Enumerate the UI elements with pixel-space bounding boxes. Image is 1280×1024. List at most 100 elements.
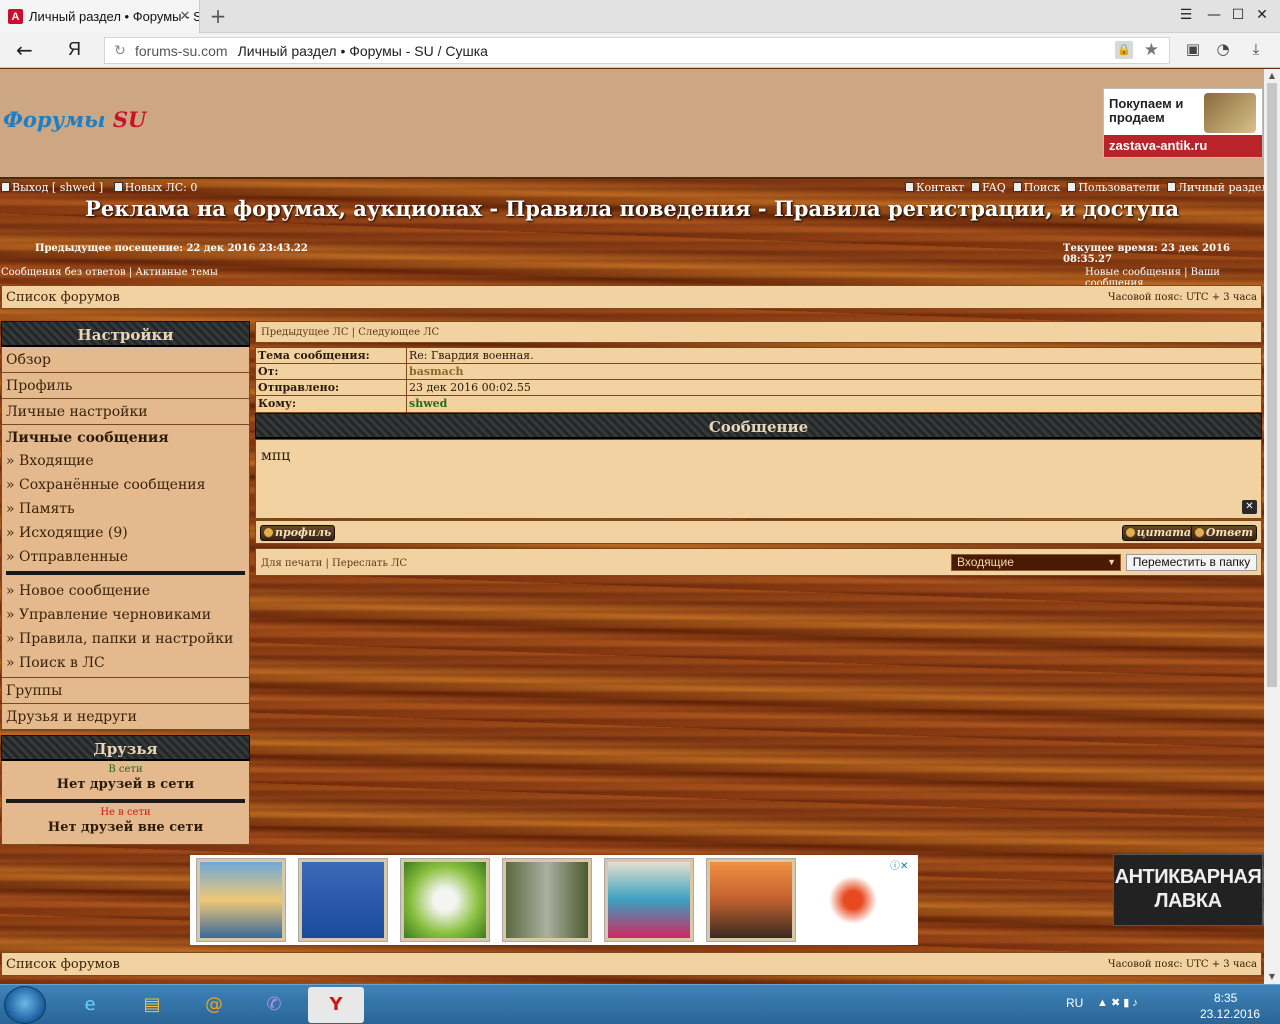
users-icon [1067, 182, 1077, 192]
site-logo[interactable]: Форумы SU [3, 107, 146, 132]
sent-date: 23 дек 2016 00:02.55 [409, 381, 531, 394]
profile-button-label: профиль [275, 526, 332, 539]
page-scrollbar[interactable]: ▲ ▼ [1264, 69, 1280, 984]
pm-drafts[interactable]: » Управление черновиками [6, 603, 245, 627]
pm-actions: Для печати | Переслать ЛС Входящие ▼ Пере… [255, 548, 1262, 576]
mail-icon[interactable]: @ [186, 987, 242, 1023]
extension-icon[interactable]: ▣ [1182, 40, 1204, 62]
page-viewport: Форумы SU Покупаем и продаем zastava-ant… [0, 69, 1264, 984]
nav-friends-foes[interactable]: Друзья и недруги [2, 704, 249, 730]
recipient-link[interactable]: shwed [407, 396, 447, 412]
tab-title: Личный раздел • Форумы - SU / Сушка [29, 9, 199, 24]
report-close-icon[interactable]: ✕ [1242, 500, 1257, 514]
site-header: Форумы SU Покупаем и продаем zastava-ant… [0, 69, 1264, 179]
contact-icon [905, 182, 914, 192]
lock-icon[interactable]: 🔒 [1115, 41, 1133, 59]
profile-button[interactable]: профиль [260, 525, 336, 541]
pm-group-title[interactable]: Личные сообщения [6, 429, 245, 449]
personal-link[interactable]: Личный раздел [1178, 181, 1264, 194]
field-label: Тема сообщения: [256, 348, 407, 363]
ad-picture[interactable] [700, 855, 802, 945]
footer-forum-bar: Список форумов Часовой пояс: UTC + 3 час… [1, 952, 1262, 976]
message-text: мпц [261, 448, 291, 464]
ad-picture[interactable] [598, 855, 700, 945]
ad-picture[interactable] [496, 855, 598, 945]
new-pm-link[interactable]: Новых ЛС: 0 [125, 181, 198, 194]
online-label: В сети [108, 764, 143, 775]
scroll-up-icon[interactable]: ▲ [1264, 69, 1280, 83]
pm-rules[interactable]: » Правила, папки и настройки [6, 627, 245, 651]
start-button[interactable] [4, 986, 46, 1024]
ad-picture[interactable] [802, 855, 904, 945]
site-title[interactable]: Реклама на форумах, аукционах - Правила … [0, 196, 1264, 221]
logo-accent: SU [112, 107, 147, 132]
logout-link[interactable]: Выход [ shwed ] [12, 181, 103, 194]
top-ad-banner[interactable]: Покупаем и продаем zastava-antik.ru [1103, 88, 1263, 158]
tray-icons[interactable]: ▲ ✖ ▮ ♪ [1097, 996, 1138, 1024]
contact-link[interactable]: Контакт [916, 181, 964, 194]
forum-index-link[interactable]: Список форумов [6, 290, 120, 305]
post-buttons: профиль цитата Ответ [255, 520, 1262, 544]
unanswered-active-links[interactable]: Сообщения без ответов | Активные темы [1, 267, 218, 278]
faq-link[interactable]: FAQ [982, 181, 1006, 194]
address-bar: ← Я ↻ forums-su.com Личный раздел • Фору… [0, 33, 1280, 68]
logout-icon [1, 182, 10, 192]
menu-icon[interactable]: ☰ [1176, 7, 1196, 25]
minimize-icon[interactable]: — [1204, 7, 1224, 25]
downloads-icon[interactable]: ⤓ [1245, 40, 1267, 62]
footer-timezone: Часовой пояс: UTC + 3 часа [1107, 959, 1257, 970]
quote-button[interactable]: цитата [1121, 525, 1195, 541]
search-link[interactable]: Поиск [1024, 181, 1061, 194]
ad-url: zastava-antik.ru [1104, 135, 1262, 157]
users-link[interactable]: Пользователи [1078, 181, 1159, 194]
scroll-down-icon[interactable]: ▼ [1264, 970, 1280, 984]
pm-compose[interactable]: » Новое сообщение [6, 579, 245, 603]
pm-header-table: Тема сообщения: Re: Гвардия военная. От: b… [255, 347, 1262, 413]
nav-preferences[interactable]: Личные настройки [2, 399, 249, 425]
forum-index-bar: Список форумов Часовой пояс: UTC + 3 час… [1, 285, 1262, 309]
pm-saved[interactable]: » Сохранённые сообщения [6, 473, 245, 497]
footer-forum-index-link[interactable]: Список форумов [6, 957, 120, 972]
reply-button[interactable]: Ответ [1190, 525, 1257, 541]
explorer-icon[interactable]: ▤ [124, 987, 180, 1023]
pm-inbox[interactable]: » Входящие [6, 449, 245, 473]
ad-strip[interactable]: ⓘ✕ [190, 855, 918, 945]
new-tab-icon[interactable]: + [207, 5, 229, 27]
pm-sent[interactable]: » Отправленные [6, 545, 245, 569]
back-arrow-icon[interactable]: ← [16, 38, 42, 62]
settings-header: Настройки [1, 321, 250, 347]
nav-groups[interactable]: Группы [2, 678, 249, 704]
scroll-thumb[interactable] [1267, 83, 1277, 687]
ie-icon[interactable]: e [62, 987, 118, 1023]
ad-picture[interactable] [394, 855, 496, 945]
nav-profile[interactable]: Профиль [2, 373, 249, 399]
browser-tab[interactable]: A Личный раздел • Форумы - SU / Сушка ✕ [0, 0, 200, 33]
sender-link[interactable]: basmach [407, 364, 463, 379]
maximize-icon[interactable]: ☐ [1228, 7, 1248, 25]
pm-group: Личные сообщения » Входящие » Сохранённы… [2, 425, 249, 678]
ad-info-icon[interactable]: ⓘ✕ [890, 857, 916, 872]
ad-picture[interactable] [190, 855, 292, 945]
move-to-folder-button[interactable]: Переместить в папку [1126, 554, 1257, 571]
offline-empty: Нет друзей вне сети [47, 820, 204, 835]
print-forward-links[interactable]: Для печати | Переслать ЛС [261, 558, 407, 569]
pm-search[interactable]: » Поиск в ЛС [6, 651, 245, 675]
nav-overview[interactable]: Обзор [2, 347, 249, 373]
ad-picture[interactable] [292, 855, 394, 945]
turbo-icon[interactable]: ◔ [1212, 40, 1234, 62]
folder-select[interactable]: Входящие ▼ [951, 554, 1121, 571]
pm-nav[interactable]: Предыдущее ЛС | Следующее ЛС [255, 321, 1262, 343]
close-window-icon[interactable]: ✕ [1252, 7, 1272, 25]
language-indicator[interactable]: RU [1066, 996, 1083, 1024]
pm-outbox[interactable]: » Исходящие (9) [6, 521, 245, 545]
reload-icon[interactable]: ↻ [105, 43, 135, 59]
online-empty: Нет друзей в сети [56, 777, 195, 792]
right-ad-banner[interactable]: АНТИКВАРНАЯ ЛАВКА [1113, 854, 1263, 926]
viber-icon[interactable]: ✆ [246, 987, 302, 1023]
url-field[interactable]: ↻ forums-su.com Личный раздел • Форумы -… [104, 37, 1170, 64]
bookmark-star-icon[interactable]: ★ [1144, 40, 1159, 60]
tab-close-icon[interactable]: ✕ [177, 8, 193, 24]
yandex-logo[interactable]: Я [68, 39, 81, 60]
yandex-browser-icon[interactable]: Y [308, 987, 364, 1023]
pm-memory[interactable]: » Память [6, 497, 245, 521]
